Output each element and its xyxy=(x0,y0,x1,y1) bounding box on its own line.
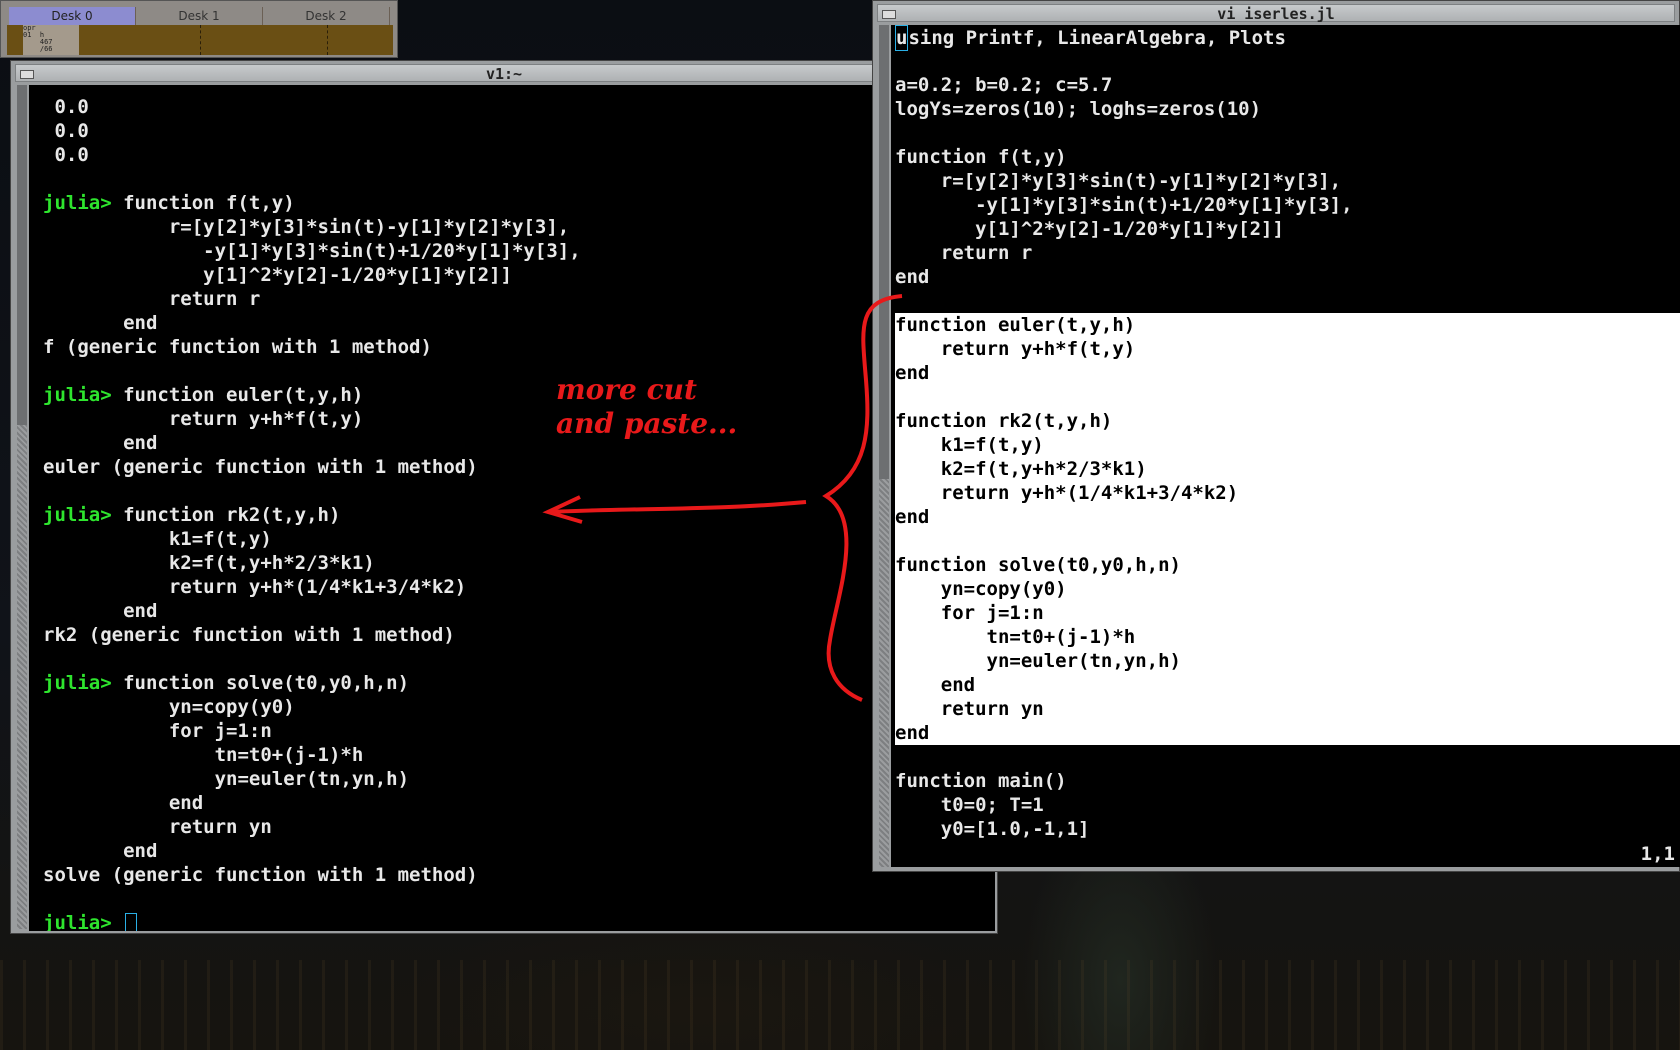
annotation-drawing xyxy=(542,294,903,702)
annotation-arrow-shaft xyxy=(547,500,807,514)
annotation-brace xyxy=(822,294,903,702)
